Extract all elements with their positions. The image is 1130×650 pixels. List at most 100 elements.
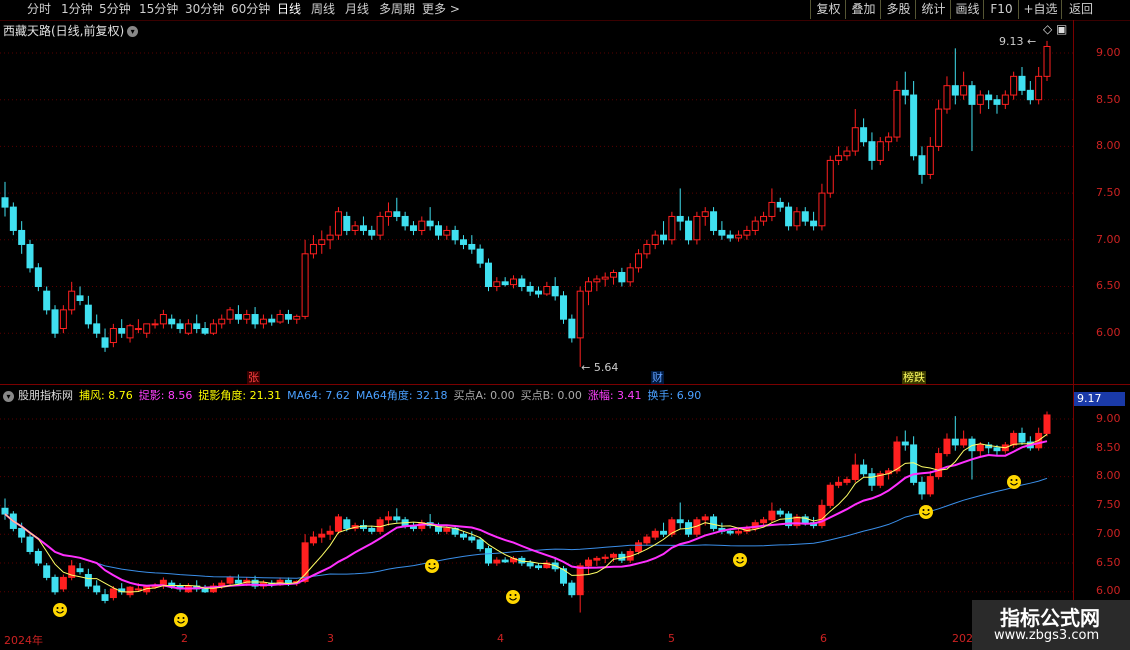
period-tab-6[interactable]: 日线 [277,2,301,17]
lower-candle-body [701,516,709,521]
upper-candle-body [501,281,509,286]
lower-candle-body [826,484,834,506]
upper-candle-body [860,127,868,143]
x-axis-label: 4 [497,632,504,645]
lower-candle-body [760,519,768,524]
lower-candle-body [851,464,859,480]
lower-candle-body [443,527,451,532]
upper-candle-body [801,211,809,222]
lower-candle-body [568,582,576,596]
lower-candle-body [468,536,476,541]
low-price-label: ← 5.64 [581,361,618,374]
lower-candle-body [1018,432,1026,443]
period-tab-2[interactable]: 5分钟 [99,2,131,17]
lower-candle-body [34,550,42,564]
upper-candle-body [126,325,134,339]
lower-candle-body [610,553,618,558]
upper-candle-body [443,229,451,236]
lower-candle-body [51,576,59,593]
event-marker[interactable]: 财 [651,371,664,384]
lower-candle-body [384,516,392,521]
upper-candle-body [785,206,793,227]
period-tab-3[interactable]: 15分钟 [139,2,178,17]
upper-candle-body [743,229,751,236]
upper-candle-body [935,108,943,147]
toolbar-button-6[interactable]: +自选 [1018,0,1062,19]
toolbar-button-0[interactable]: 复权 [810,0,846,19]
upper-candle-body [143,323,151,334]
period-tab-4[interactable]: 30分钟 [185,2,224,17]
period-tab-0[interactable]: 分时 [27,2,51,17]
upper-candle-body [843,150,851,157]
indicator-value-1: 捉影: 8.56 [138,389,193,402]
lower-candle-body [1,507,9,515]
x-axis-label: 202 [952,632,973,645]
toolbar-button-2[interactable]: 多股 [880,0,916,19]
period-tab-8[interactable]: 月线 [345,2,369,17]
upper-y-tick: 7.00 [1096,233,1121,246]
upper-candle-body [193,323,201,330]
watermark: 指标公式网 www.zbgs3.com [972,600,1130,650]
upper-candle-body [309,243,317,255]
upper-candle-body [635,253,643,269]
upper-candle-body [259,318,267,325]
event-marker[interactable]: 榜跌 [902,371,926,384]
upper-candle-body [735,234,743,239]
upper-candle-body [1,197,9,208]
lower-y-tick: 6.00 [1096,584,1121,597]
upper-candle-body [885,136,893,143]
lower-candle-body [201,588,209,593]
upper-candle-body [826,159,834,194]
toolbar-button-1[interactable]: 叠加 [845,0,881,19]
smiley-icon [1007,475,1021,489]
lower-candle-body [109,588,117,599]
indicator-value-7: 涨幅: 3.41 [587,389,642,402]
upper-candle-body [1043,45,1051,77]
upper-candle-body [201,328,209,334]
period-tab-1[interactable]: 1分钟 [61,2,93,17]
upper-candle-body [76,295,84,302]
lower-candle-body [901,441,909,446]
period-tab-10[interactable]: 更多 > [422,2,460,17]
upper-candle-body [701,211,709,217]
toolbar-button-4[interactable]: 画线 [950,0,984,19]
y-axis-divider [1073,20,1074,632]
upper-candle-body [968,85,976,105]
upper-candle-body [760,215,768,222]
candlestick-chart[interactable]: 9.13 ← ← 5.64 [0,20,1073,632]
upper-candle-body [535,290,543,295]
event-marker[interactable]: 张 [247,371,260,384]
toolbar-button-3[interactable]: 统计 [915,0,951,19]
toolbar-button-7[interactable]: 返回 [1061,0,1100,19]
lower-candle-body [726,530,734,534]
lower-candle-body [601,556,609,559]
upper-candle-body [376,215,384,236]
upper-candle-body [209,323,217,334]
upper-candle-body [960,85,968,96]
upper-y-tick: 6.00 [1096,326,1121,339]
lower-candle-body [26,536,34,552]
lower-candle-body [960,438,968,446]
period-tab-5[interactable]: 60分钟 [231,2,270,17]
lower-candle-body [234,579,242,584]
upper-candle-body [293,315,301,320]
upper-candle-body [84,304,92,325]
smiley-icon [733,553,747,567]
upper-candle-body [985,94,993,101]
period-tab-7[interactable]: 周线 [311,2,335,17]
indicator-dropdown-icon[interactable]: ▾ [3,390,14,402]
smiley-icon [919,505,933,519]
upper-candle-body [343,215,351,231]
toolbar-button-5[interactable]: F10 [983,0,1019,19]
upper-candle-body [334,211,342,236]
upper-candle-body [284,314,292,320]
upper-candle-body [59,309,67,330]
upper-candle-body [693,215,701,241]
lower-candle-body [585,559,593,567]
zhuoying-line [4,440,1048,590]
lower-candle-body [309,536,317,544]
upper-candle-body [901,89,909,96]
period-tab-9[interactable]: 多周期 [379,2,415,17]
toolbar: 分时 1分钟 5分钟 15分钟 30分钟 60分钟 日线 周线 月线 多周期 更多 > 复权 叠加 多股统… [0,0,1130,21]
upper-candle-body [951,85,959,96]
